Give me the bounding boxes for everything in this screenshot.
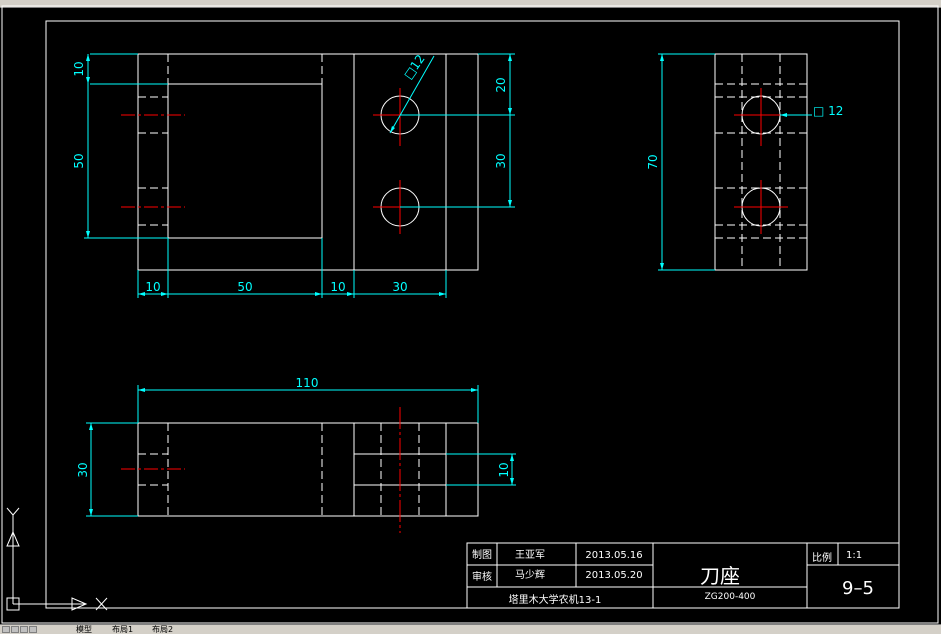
title-drawn-label: 制图 [472,548,492,561]
front-dimensions [84,53,515,298]
title-checked-label: 审核 [472,570,492,583]
title-scale-label: 比例 [812,551,832,564]
dim-side-70: 70 [646,154,660,169]
drawing-canvas[interactable]: 10 50 20 30 10 50 10 30 □12 70 □ 12 110 … [0,0,941,633]
title-part-name: 刀座 [700,564,740,588]
title-drawn-name: 王亚军 [515,549,545,561]
title-drawn-date: 2013.05.16 [585,550,642,561]
tab-nav-prev-button[interactable] [11,626,19,633]
tab-nav-first-button[interactable] [2,626,10,633]
top-view: 110 30 10 [76,376,516,533]
dim-bottom-10a: 10 [145,280,160,294]
dim-bottom-30: 30 [392,280,407,294]
top-centerlines [121,407,401,533]
dim-bottom-10b: 10 [330,280,345,294]
front-view-window [167,83,323,239]
dim-left-50: 50 [72,153,86,168]
dim-top-10: 10 [72,61,86,76]
dim-top-slot-10: 10 [497,462,511,477]
title-sheet-no: 9–5 [842,578,874,599]
front-centerlines [121,88,427,234]
dim-hole-12: □12 [401,52,428,82]
dim-bottom-50: 50 [237,280,252,294]
title-checked-name: 马少辉 [515,569,545,581]
tab-nav-next-button[interactable] [20,626,28,633]
title-block: 制图 王亚军 2013.05.16 审核 马少辉 2013.05.20 塔里木大… [466,542,900,609]
dim-top-110: 110 [296,376,319,390]
title-part-code: ZG200-400 [705,592,756,602]
dim-right-20: 20 [494,77,508,92]
top-view-outline [137,422,479,517]
dim-top-30: 30 [76,462,90,477]
side-view: 70 □ 12 [646,53,843,271]
title-scale-value: 1:1 [846,550,862,561]
ucs-icon [6,507,108,611]
drawing-frame [1,5,939,624]
tab-nav-last-button[interactable] [29,626,37,633]
title-checked-date: 2013.05.20 [585,570,642,581]
dim-right-30: 30 [494,153,508,168]
front-dimension-arrows [86,54,512,296]
title-school: 塔里木大学农机13-1 [509,593,602,606]
top-dimensions [86,385,516,517]
front-view: 10 50 20 30 10 50 10 30 □12 [72,52,515,298]
dim-side-hole-12: □ 12 [813,104,843,118]
